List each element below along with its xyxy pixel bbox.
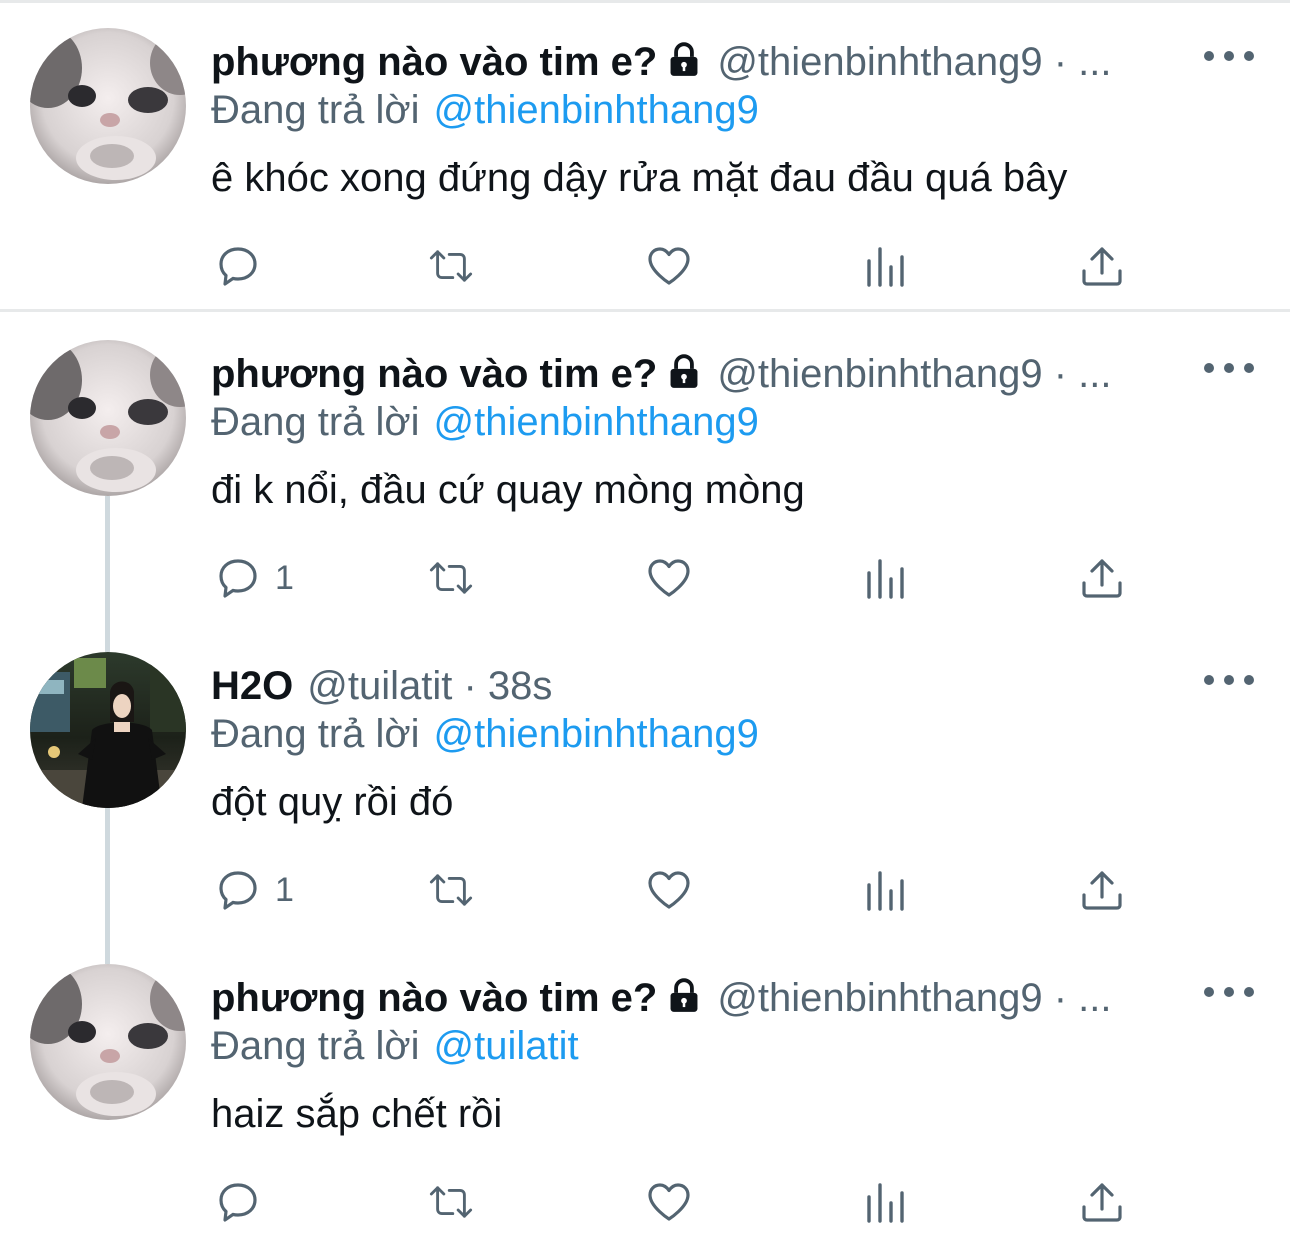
replying-to: Đang trả lời @tuilatit <box>211 1022 579 1070</box>
heart-icon <box>648 247 690 285</box>
more-dots-icon[interactable] <box>1204 44 1254 68</box>
lock-icon <box>665 977 703 1026</box>
reply-count: 1 <box>275 870 294 909</box>
tweet-header: phương nào vào tim e? @thienbinhthang9 · … <box>211 38 1211 86</box>
avatar[interactable] <box>30 652 186 808</box>
reply-button[interactable]: 1 <box>213 548 294 608</box>
tweet-text: đột quỵ rồi đó <box>211 780 454 824</box>
views-button[interactable] <box>861 1172 911 1232</box>
timestamp: · ... <box>1053 352 1112 396</box>
share-upload-icon <box>1082 1183 1122 1222</box>
bar-chart-icon <box>867 247 904 287</box>
replying-to: Đang trả lời @thienbinhthang9 <box>211 710 759 758</box>
display-name[interactable]: H2O <box>211 664 293 708</box>
avatar-column <box>30 340 186 496</box>
reply-count: 1 <box>275 558 294 597</box>
reply-button[interactable] <box>213 1172 275 1232</box>
like-button[interactable] <box>644 236 694 296</box>
avatar-column <box>30 652 186 808</box>
timestamp: · ... <box>1053 976 1112 1020</box>
share-upload-icon <box>1082 871 1122 910</box>
retweet-icon <box>429 1186 473 1218</box>
retweet-button[interactable] <box>426 548 476 608</box>
share-upload-icon <box>1082 559 1122 598</box>
views-button[interactable] <box>861 860 911 920</box>
views-button[interactable] <box>861 236 911 296</box>
display-name[interactable]: phương nào vào tim e? <box>211 40 657 84</box>
reply-mention-link[interactable]: @thienbinhthang9 <box>434 712 759 756</box>
tweet[interactable]: H2O @tuilatit · 38s Đang trả lời @thienbin… <box>0 624 1290 964</box>
speech-bubble-icon <box>219 871 257 910</box>
reply-mention-link[interactable]: @thienbinhthang9 <box>434 400 759 444</box>
heart-icon <box>648 1183 690 1221</box>
user-handle[interactable]: @thienbinhthang9 <box>717 40 1042 84</box>
replying-to-label: Đang trả lời <box>211 712 420 756</box>
heart-icon <box>648 871 690 909</box>
timestamp: · ... <box>1053 40 1112 84</box>
display-name[interactable]: phương nào vào tim e? <box>211 976 657 1020</box>
heart-icon <box>648 559 690 597</box>
speech-bubble-icon <box>219 247 257 286</box>
more-dots-icon[interactable] <box>1204 356 1254 380</box>
replying-to: Đang trả lời @thienbinhthang9 <box>211 86 759 134</box>
action-bar <box>211 1172 1211 1232</box>
share-button[interactable] <box>1077 1172 1127 1232</box>
like-button[interactable] <box>644 548 694 608</box>
avatar-column <box>30 28 186 184</box>
more-dots-icon[interactable] <box>1204 980 1254 1004</box>
speech-bubble-icon <box>219 1183 257 1222</box>
share-button[interactable] <box>1077 548 1127 608</box>
like-button[interactable] <box>644 860 694 920</box>
retweet-button[interactable] <box>426 236 476 296</box>
speech-bubble-icon <box>219 559 257 598</box>
bar-chart-icon <box>867 559 904 599</box>
replying-to-label: Đang trả lời <box>211 400 420 444</box>
tweet-text: ê khóc xong đứng dậy rửa mặt đau đầu quá… <box>211 156 1068 200</box>
action-bar: 1 <box>211 548 1211 608</box>
share-button[interactable] <box>1077 860 1127 920</box>
like-button[interactable] <box>644 1172 694 1232</box>
user-handle[interactable]: @tuilatit <box>307 664 452 708</box>
tweet-text: haiz sắp chết rồi <box>211 1092 503 1136</box>
retweet-icon <box>429 250 473 282</box>
replying-to-label: Đang trả lời <box>211 88 420 132</box>
lock-icon <box>665 41 703 90</box>
lock-icon <box>665 353 703 402</box>
reply-button[interactable]: 1 <box>213 860 294 920</box>
action-bar <box>211 236 1211 296</box>
retweet-button[interactable] <box>426 1172 476 1232</box>
retweet-button[interactable] <box>426 860 476 920</box>
reply-mention-link[interactable]: @tuilatit <box>434 1024 579 1068</box>
user-handle[interactable]: @thienbinhthang9 <box>717 976 1042 1020</box>
avatar[interactable] <box>30 964 186 1120</box>
replying-to-label: Đang trả lời <box>211 1024 420 1068</box>
tweet[interactable]: phương nào vào tim e? @thienbinhthang9 · … <box>0 0 1290 312</box>
avatar-column <box>30 964 186 1120</box>
reply-mention-link[interactable]: @thienbinhthang9 <box>434 88 759 132</box>
user-handle[interactable]: @thienbinhthang9 <box>717 352 1042 396</box>
tweet-header: H2O @tuilatit · 38s <box>211 662 1211 710</box>
bar-chart-icon <box>867 1183 904 1223</box>
retweet-icon <box>429 874 473 906</box>
tweet[interactable]: phương nào vào tim e? @thienbinhthang9 · … <box>0 936 1290 1248</box>
share-upload-icon <box>1082 247 1122 286</box>
share-button[interactable] <box>1077 236 1127 296</box>
avatar[interactable] <box>30 28 186 184</box>
tweet-header: phương nào vào tim e? @thienbinhthang9 · … <box>211 974 1211 1022</box>
tweet-text: đi k nổi, đầu cứ quay mòng mòng <box>211 468 805 512</box>
avatar[interactable] <box>30 340 186 496</box>
display-name[interactable]: phương nào vào tim e? <box>211 352 657 396</box>
tweet[interactable]: phương nào vào tim e? @thienbinhthang9 · … <box>0 312 1290 652</box>
tweet-header: phương nào vào tim e? @thienbinhthang9 · … <box>211 350 1211 398</box>
reply-button[interactable] <box>213 236 275 296</box>
action-bar: 1 <box>211 860 1211 920</box>
timestamp: · 38s <box>463 664 553 708</box>
tweet-thread: phương nào vào tim e? @thienbinhthang9 · … <box>0 0 1290 1247</box>
views-button[interactable] <box>861 548 911 608</box>
bar-chart-icon <box>867 871 904 911</box>
retweet-icon <box>429 562 473 594</box>
more-dots-icon[interactable] <box>1204 668 1254 692</box>
replying-to: Đang trả lời @thienbinhthang9 <box>211 398 759 446</box>
